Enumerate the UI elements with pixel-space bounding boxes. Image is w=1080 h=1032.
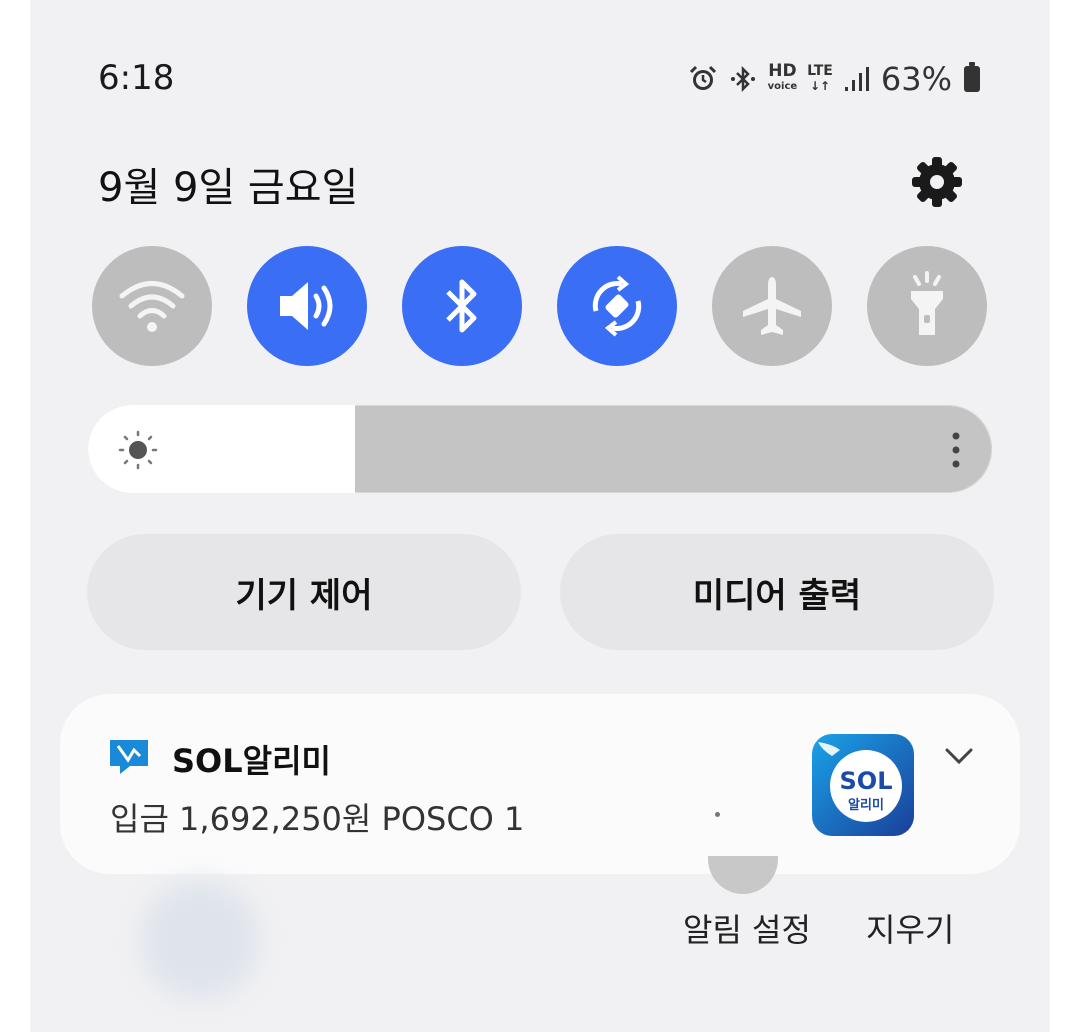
brightness-slider[interactable] [88,405,992,493]
voice-label: voice [767,81,798,92]
brightness-sun-icon [118,430,158,470]
auto-rotate-toggle[interactable] [557,246,677,366]
battery-icon [964,62,980,92]
wifi-toggle[interactable] [92,246,212,366]
status-icons: HD voice LTE ↓↑ 63% [688,60,980,98]
clock: 6:18 [98,58,175,98]
notification-card[interactable]: SOL알리미 입금 1,692,250원 POSCO 1 SOL 알리미 [60,694,1020,874]
settings-gear-icon[interactable] [910,155,964,209]
media-output-button[interactable]: 미디어 출력 [560,534,994,650]
signal-icon [844,67,869,91]
status-bar: 6:18 HD voice LTE ↓↑ 63% [0,0,1080,150]
date-label: 9월 9일 금요일 [98,165,359,211]
bluetooth-status-icon [730,65,755,93]
clear-button[interactable]: 지우기 [866,905,954,951]
airplane-icon [743,277,801,335]
sol-app-icon [110,740,148,774]
quick-settings-row [92,246,992,366]
lte-label: LTE [807,63,833,79]
background-blur [140,880,260,1000]
flashlight-toggle[interactable] [867,246,987,366]
sol-logo-subtext: 알리미 [848,797,884,813]
sound-toggle[interactable] [247,246,367,366]
wifi-icon [119,281,185,332]
alarm-icon [689,65,716,90]
hd-voice-indicator: HD voice [767,61,798,94]
speaker-icon [280,282,333,330]
notification-dot [715,812,720,817]
flashlight-icon [911,271,943,335]
chevron-down-icon[interactable] [943,744,975,768]
data-arrows-icon: ↓↑ [809,79,831,93]
bluetooth-icon [446,279,477,333]
battery-percent: 63% [880,60,952,98]
device-control-button[interactable]: 기기 제어 [87,534,521,650]
auto-rotate-icon [592,275,642,337]
bluetooth-toggle[interactable] [402,246,522,366]
hd-label: HD [768,61,797,81]
notification-text: 입금 1,692,250원 POSCO 1 [110,800,525,838]
notification-app-name: SOL알리미 [172,742,331,780]
sol-logo-text: SOL [840,767,893,795]
lte-indicator: LTE ↓↑ [807,64,833,94]
airplane-mode-toggle[interactable] [712,246,832,366]
notification-settings-button[interactable]: 알림 설정 [683,905,811,951]
more-options-icon[interactable] [946,430,966,470]
sol-logo-thumbnail: SOL 알리미 [812,734,914,836]
